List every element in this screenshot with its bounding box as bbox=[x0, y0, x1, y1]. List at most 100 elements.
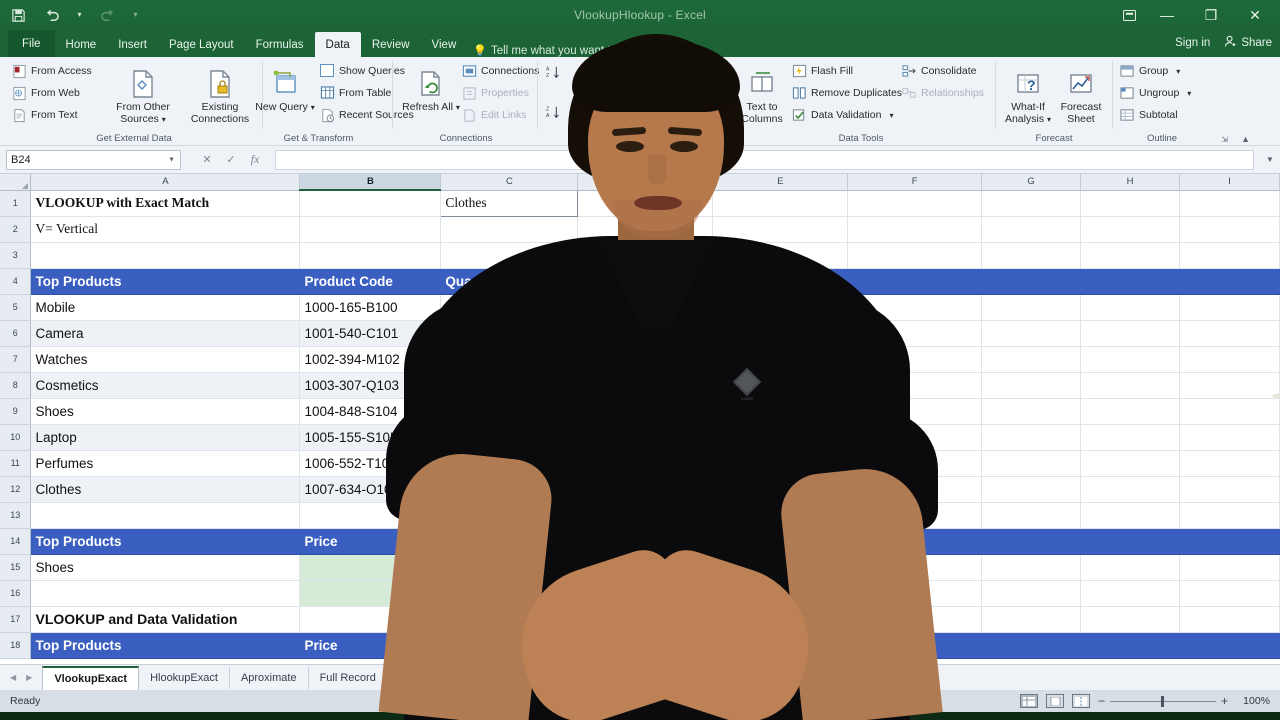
cell-g5[interactable] bbox=[981, 294, 1082, 321]
cell-d10[interactable] bbox=[577, 424, 714, 451]
column-header-e[interactable]: E bbox=[712, 174, 849, 191]
collapse-ribbon-icon[interactable]: ▲ bbox=[1241, 134, 1250, 144]
minimize-button[interactable]: — bbox=[1146, 1, 1188, 29]
page-layout-view-icon[interactable] bbox=[1046, 694, 1064, 708]
first-sheet-icon[interactable]: ◀ bbox=[10, 673, 16, 682]
insert-function-icon[interactable]: fx bbox=[243, 150, 267, 170]
cell-h8[interactable] bbox=[1080, 372, 1180, 399]
cell-d5[interactable] bbox=[577, 294, 714, 321]
cell-d14[interactable] bbox=[577, 528, 714, 555]
cell-d1[interactable] bbox=[577, 190, 714, 217]
ribbon-tab-file[interactable]: File bbox=[8, 30, 55, 57]
cell-d12[interactable] bbox=[577, 476, 714, 503]
ribbon-tab-data[interactable]: Data bbox=[314, 32, 361, 57]
cell-e7[interactable] bbox=[712, 346, 849, 373]
cell-i8[interactable] bbox=[1179, 372, 1280, 399]
zoom-slider[interactable]: − + bbox=[1098, 694, 1228, 708]
cell-h3[interactable] bbox=[1080, 242, 1180, 269]
cell-f3[interactable] bbox=[847, 242, 983, 269]
zoom-knob[interactable] bbox=[1160, 695, 1164, 707]
cell-d15[interactable] bbox=[577, 554, 714, 581]
cell-g18[interactable] bbox=[981, 632, 1082, 659]
column-header-i[interactable]: I bbox=[1179, 174, 1280, 191]
dropdown-caret[interactable]: ▾ bbox=[456, 103, 460, 112]
cell-b12[interactable]: 1007-634-O107 bbox=[299, 476, 442, 503]
sheet-tab-vlookupexact[interactable]: VlookupExact bbox=[42, 665, 140, 690]
dropdown-caret[interactable]: ▾ bbox=[1187, 89, 1191, 98]
cell-d2[interactable] bbox=[577, 216, 714, 243]
cell-b16[interactable] bbox=[299, 580, 442, 607]
cell-i9[interactable] bbox=[1179, 398, 1280, 425]
close-button[interactable]: ✕ bbox=[1234, 1, 1276, 29]
cell-i13[interactable] bbox=[1179, 502, 1280, 529]
cell-b2[interactable] bbox=[299, 216, 442, 243]
cell-e9[interactable] bbox=[712, 398, 849, 425]
cell-c2[interactable] bbox=[440, 216, 579, 243]
row-header[interactable]: 6 bbox=[0, 320, 32, 347]
connections-button[interactable]: Connections bbox=[462, 62, 539, 80]
cell-i14[interactable] bbox=[1179, 528, 1280, 555]
cell-h11[interactable] bbox=[1080, 450, 1180, 477]
cell-g10[interactable] bbox=[981, 424, 1082, 451]
cell-h6[interactable] bbox=[1080, 320, 1180, 347]
ribbon-display-options-icon[interactable] bbox=[1114, 1, 1144, 29]
column-header-c[interactable]: C bbox=[440, 174, 579, 191]
cell-c17[interactable] bbox=[440, 606, 579, 633]
cell-i18[interactable] bbox=[1179, 632, 1280, 659]
select-all-corner[interactable] bbox=[0, 174, 32, 191]
cell-b4[interactable]: Product Code bbox=[299, 268, 442, 295]
subtotal-button[interactable]: Subtotal bbox=[1120, 106, 1191, 124]
cell-e1[interactable] bbox=[712, 190, 849, 217]
cell-a4[interactable]: Top Products bbox=[30, 268, 301, 295]
sort-z-to-a-button[interactable]: ZA bbox=[546, 103, 561, 121]
cell-g8[interactable] bbox=[981, 372, 1082, 399]
formula-input[interactable] bbox=[275, 149, 1254, 170]
cell-b15[interactable]: 18 bbox=[299, 554, 442, 581]
cell-c1[interactable]: Clothes bbox=[440, 189, 579, 217]
group-button[interactable]: Group ▾ bbox=[1120, 62, 1191, 80]
tell-me-search[interactable]: 💡 Tell me what you want to do bbox=[473, 44, 633, 58]
cell-i11[interactable] bbox=[1179, 450, 1280, 477]
row-header[interactable]: 16 bbox=[0, 580, 32, 607]
cell-c13[interactable] bbox=[440, 502, 579, 529]
cell-h12[interactable] bbox=[1080, 476, 1180, 503]
cell-b11[interactable]: 1006-552-T106 bbox=[299, 450, 442, 477]
dropdown-caret[interactable]: ▾ bbox=[1176, 67, 1180, 76]
cell-h4[interactable] bbox=[1080, 268, 1180, 295]
cell-g14[interactable] bbox=[981, 528, 1082, 555]
cell-h15[interactable] bbox=[1080, 554, 1180, 581]
new-query-button[interactable]: New Query ▾ bbox=[254, 65, 316, 114]
cell-g17[interactable] bbox=[981, 606, 1082, 633]
row-header[interactable]: 12 bbox=[0, 476, 32, 503]
cell-b17[interactable] bbox=[299, 606, 442, 633]
cell-a9[interactable]: Shoes bbox=[30, 398, 301, 425]
sheet-tab-full-record[interactable]: Full Record bbox=[309, 666, 388, 689]
cell-g2[interactable] bbox=[981, 216, 1082, 243]
cell-f4[interactable] bbox=[847, 268, 983, 295]
cell-g7[interactable] bbox=[981, 346, 1082, 373]
expand-formula-bar-icon[interactable]: ▼ bbox=[1260, 150, 1280, 170]
cell-b9[interactable]: 1004-848-S104 bbox=[299, 398, 442, 425]
cell-d13[interactable] bbox=[577, 502, 714, 529]
cell-g13[interactable] bbox=[981, 502, 1082, 529]
dropdown-caret[interactable]: ▾ bbox=[311, 103, 315, 112]
row-header[interactable]: 11 bbox=[0, 450, 32, 477]
cell-c5[interactable] bbox=[440, 294, 579, 321]
cell-b3[interactable] bbox=[299, 242, 442, 269]
cell-h7[interactable] bbox=[1080, 346, 1180, 373]
from-other-sources-button[interactable]: From Other Sources ▾ bbox=[108, 65, 178, 125]
cell-f14[interactable] bbox=[847, 528, 983, 555]
column-header-g[interactable]: G bbox=[981, 174, 1082, 191]
cell-e5[interactable] bbox=[712, 294, 849, 321]
cell-d11[interactable] bbox=[577, 450, 714, 477]
cell-f9[interactable] bbox=[847, 398, 983, 425]
cell-e11[interactable] bbox=[712, 450, 849, 477]
cell-a17[interactable]: VLOOKUP and Data Validation bbox=[30, 606, 301, 633]
new-sheet-icon[interactable]: ✚ bbox=[426, 667, 448, 689]
sheet-tab-tr[interactable]: TR bbox=[388, 666, 426, 689]
cell-d8[interactable] bbox=[577, 372, 714, 399]
cell-g4[interactable] bbox=[981, 268, 1082, 295]
cell-a18[interactable]: Top Products bbox=[30, 632, 301, 659]
row-header[interactable]: 14 bbox=[0, 528, 32, 555]
row-header[interactable]: 5 bbox=[0, 294, 32, 321]
